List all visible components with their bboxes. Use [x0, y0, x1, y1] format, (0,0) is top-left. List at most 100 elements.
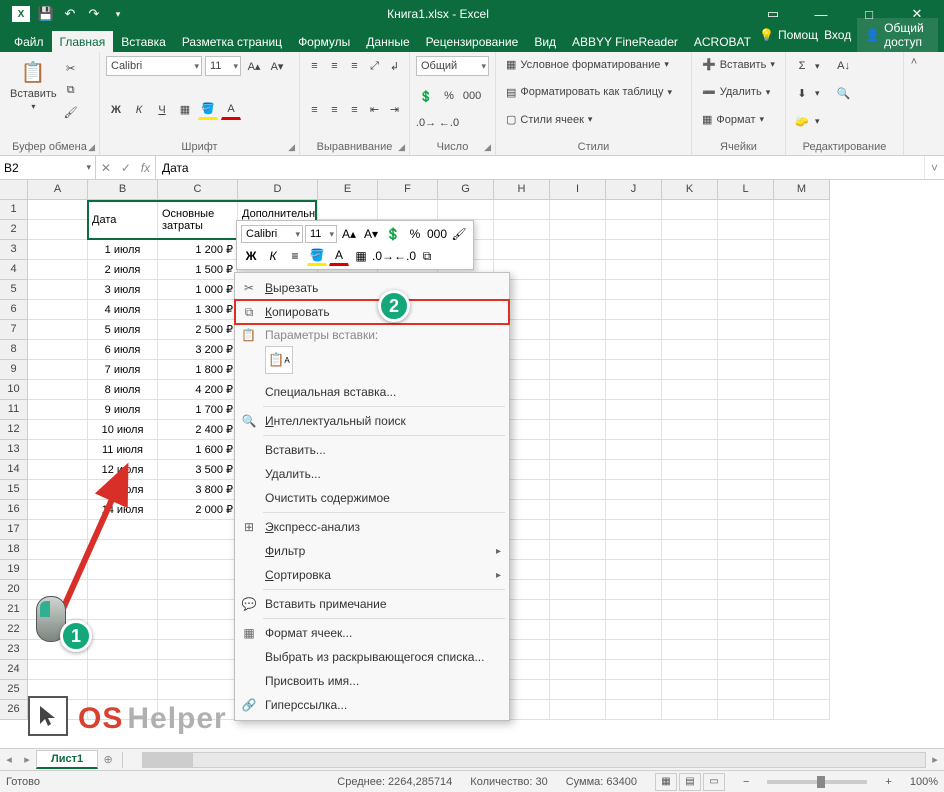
cell-L24[interactable]: [718, 660, 774, 680]
enter-formula-icon[interactable]: ✓: [121, 161, 131, 175]
cell-M8[interactable]: [774, 340, 830, 360]
cell-L15[interactable]: [718, 480, 774, 500]
ctx-pick-from-list[interactable]: Выбрать из раскрывающегося списка...: [235, 645, 509, 669]
ctx-clear[interactable]: Очистить содержимое: [235, 486, 509, 510]
mini-italic-button[interactable]: К: [263, 246, 283, 266]
cell-I26[interactable]: [550, 700, 606, 720]
conditional-formatting[interactable]: ▦Условное форматирование ▾: [502, 56, 685, 73]
cell-I12[interactable]: [550, 420, 606, 440]
cell-I23[interactable]: [550, 640, 606, 660]
cell-J13[interactable]: [606, 440, 662, 460]
row-header-7[interactable]: 7: [0, 320, 28, 340]
cell-A1[interactable]: [28, 200, 88, 220]
tab-data[interactable]: Данные: [358, 31, 417, 52]
cell-L4[interactable]: [718, 260, 774, 280]
cell-F1[interactable]: [378, 200, 438, 220]
cell-K4[interactable]: [662, 260, 718, 280]
align-middle-icon[interactable]: ≡: [326, 56, 343, 76]
cell-K7[interactable]: [662, 320, 718, 340]
cell-J3[interactable]: [606, 240, 662, 260]
row-header-24[interactable]: 24: [0, 660, 28, 680]
mini-fill-icon[interactable]: 🪣: [307, 246, 327, 266]
undo-icon[interactable]: ↶: [62, 6, 78, 22]
launcher-icon[interactable]: ◢: [88, 142, 95, 153]
save-icon[interactable]: 💾: [38, 6, 54, 22]
cell-I14[interactable]: [550, 460, 606, 480]
cell-M1[interactable]: [774, 200, 830, 220]
cell-L5[interactable]: [718, 280, 774, 300]
cell-K11[interactable]: [662, 400, 718, 420]
cell-K9[interactable]: [662, 360, 718, 380]
row-header-17[interactable]: 17: [0, 520, 28, 540]
col-header-K[interactable]: K: [662, 180, 718, 200]
cell-I8[interactable]: [550, 340, 606, 360]
align-bottom-icon[interactable]: ≡: [346, 56, 363, 76]
cell-I18[interactable]: [550, 540, 606, 560]
cell-K17[interactable]: [662, 520, 718, 540]
cell-J21[interactable]: [606, 600, 662, 620]
cell-H2[interactable]: [494, 220, 550, 240]
cell-J10[interactable]: [606, 380, 662, 400]
formula-input[interactable]: Дата: [156, 156, 924, 179]
row-header-21[interactable]: 21: [0, 600, 28, 620]
tab-file[interactable]: Файл: [6, 31, 52, 52]
cell-J5[interactable]: [606, 280, 662, 300]
cell-I2[interactable]: [550, 220, 606, 240]
ctx-filter[interactable]: Фильтр▸: [235, 539, 509, 563]
launcher-icon[interactable]: ◢: [484, 142, 491, 153]
cell-I11[interactable]: [550, 400, 606, 420]
cell-A4[interactable]: [28, 260, 88, 280]
fill-icon[interactable]: ⬇: [792, 84, 812, 104]
cell-C16[interactable]: 2 000 ₽: [158, 500, 238, 520]
dec-decimal-icon[interactable]: ←.0: [439, 113, 459, 133]
cell-M5[interactable]: [774, 280, 830, 300]
row-header-16[interactable]: 16: [0, 500, 28, 520]
align-top-icon[interactable]: ≡: [306, 56, 323, 76]
cell-L7[interactable]: [718, 320, 774, 340]
cell-K26[interactable]: [662, 700, 718, 720]
cell-L17[interactable]: [718, 520, 774, 540]
table-header[interactable]: Основные затраты: [158, 200, 238, 240]
cell-J2[interactable]: [606, 220, 662, 240]
mini-border-icon[interactable]: ▦: [351, 246, 371, 266]
row-header-3[interactable]: 3: [0, 240, 28, 260]
ctx-hyperlink[interactable]: 🔗Гиперссылка...: [235, 693, 509, 717]
row-header-2[interactable]: 2: [0, 220, 28, 240]
cell-I3[interactable]: [550, 240, 606, 260]
cell-I13[interactable]: [550, 440, 606, 460]
cell-J4[interactable]: [606, 260, 662, 280]
ctx-cut[interactable]: ✂Вырезать: [235, 276, 509, 300]
tab-abbyy[interactable]: ABBYY FineReader: [564, 31, 686, 52]
qat-more-icon[interactable]: ▾: [110, 6, 126, 22]
tell-me[interactable]: 💡Помощ: [759, 28, 818, 42]
ctx-sort[interactable]: Сортировка▸: [235, 563, 509, 587]
format-cells[interactable]: ▦Формат ▾: [698, 111, 779, 128]
login-link[interactable]: Вход: [824, 28, 851, 42]
cell-styles[interactable]: ▢Стили ячеек ▾: [502, 111, 685, 128]
col-header-J[interactable]: J: [606, 180, 662, 200]
sheet-tab[interactable]: Лист1: [36, 750, 98, 769]
row-header-6[interactable]: 6: [0, 300, 28, 320]
cell-L22[interactable]: [718, 620, 774, 640]
cell-I4[interactable]: [550, 260, 606, 280]
row-header-23[interactable]: 23: [0, 640, 28, 660]
cell-K22[interactable]: [662, 620, 718, 640]
cell-L21[interactable]: [718, 600, 774, 620]
font-color-icon[interactable]: A: [221, 100, 241, 120]
cell-C20[interactable]: [158, 580, 238, 600]
cell-A3[interactable]: [28, 240, 88, 260]
cell-A9[interactable]: [28, 360, 88, 380]
cell-C12[interactable]: 2 400 ₽: [158, 420, 238, 440]
row-header-18[interactable]: 18: [0, 540, 28, 560]
cell-J1[interactable]: [606, 200, 662, 220]
add-sheet-button[interactable]: ⊕: [98, 753, 118, 766]
row-header-10[interactable]: 10: [0, 380, 28, 400]
cell-K13[interactable]: [662, 440, 718, 460]
cell-I16[interactable]: [550, 500, 606, 520]
cell-L26[interactable]: [718, 700, 774, 720]
col-header-C[interactable]: C: [158, 180, 238, 200]
cell-C5[interactable]: 1 000 ₽: [158, 280, 238, 300]
col-header-A[interactable]: A: [28, 180, 88, 200]
cell-I21[interactable]: [550, 600, 606, 620]
cell-C17[interactable]: [158, 520, 238, 540]
